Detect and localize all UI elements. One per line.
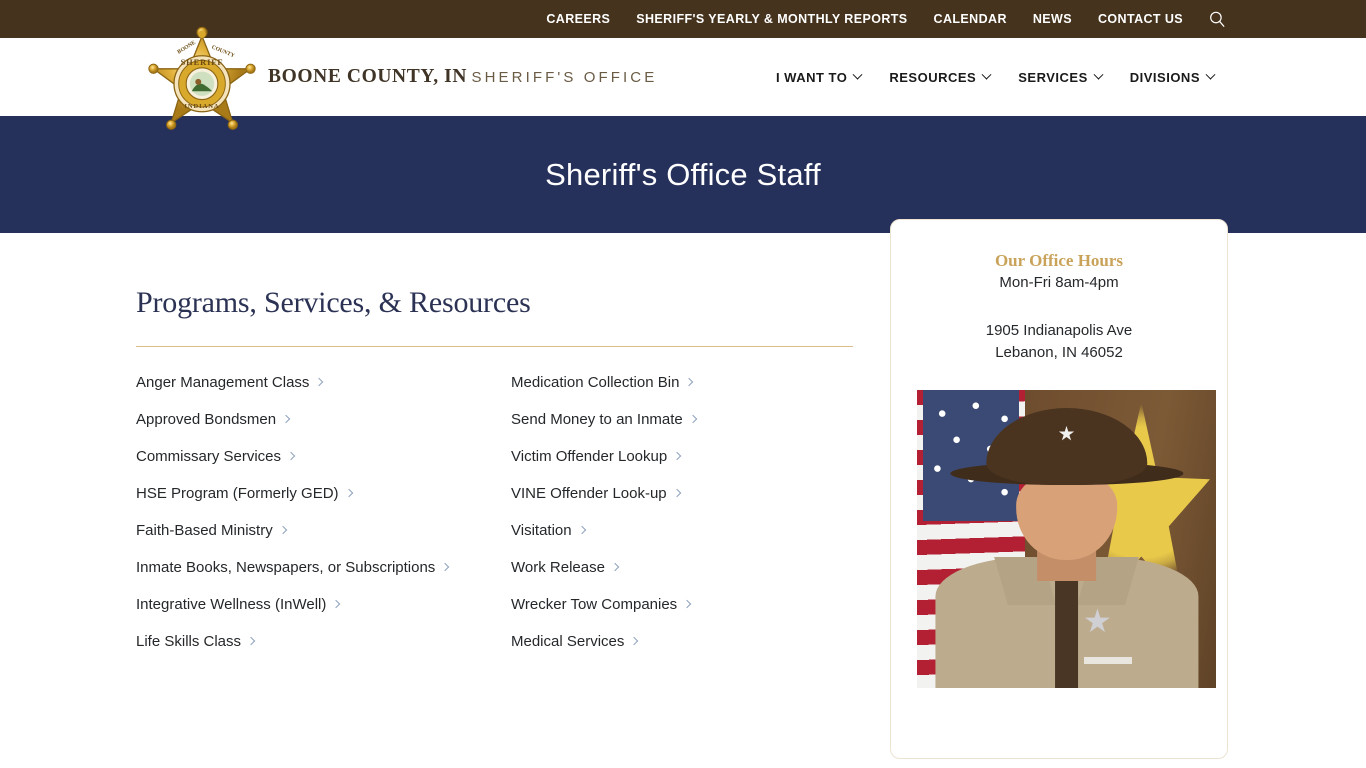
chevron-right-icon	[332, 599, 341, 609]
brand-text: BOONE COUNTY, IN SHERIFF'S OFFICE	[268, 66, 657, 88]
list-item[interactable]: Work Release	[511, 554, 841, 581]
chevron-down-icon	[1093, 69, 1104, 80]
list-item-label: Anger Management Class	[136, 374, 310, 391]
nav-label-resources: RESOURCES	[889, 69, 977, 85]
site-header: SHERIFF INDIANA BOONE COUNTY BOONE COUNT…	[0, 26, 1366, 130]
chevron-right-icon	[441, 562, 450, 572]
nav-item-resources[interactable]: RESOURCES	[875, 69, 1004, 85]
list-item[interactable]: Faith-Based Ministry	[136, 517, 466, 544]
nav-item-divisions[interactable]: DIVISIONS	[1116, 69, 1228, 85]
list-item[interactable]: Approved Bondsmen	[136, 406, 466, 433]
topbar-link-contact-us[interactable]: CONTACT US	[1085, 0, 1196, 38]
list-item-label: Integrative Wellness (InWell)	[136, 596, 327, 613]
nav-item-i-want-to[interactable]: I WANT TO	[762, 69, 875, 85]
list-item[interactable]: HSE Program (Formerly GED)	[136, 480, 466, 507]
chevron-right-icon	[344, 488, 353, 498]
chevron-right-icon	[246, 636, 256, 646]
list-item[interactable]: Inmate Books, Newspapers, or Subscriptio…	[136, 554, 466, 581]
nav-label-divisions: DIVISIONS	[1129, 69, 1200, 85]
chevron-right-icon	[286, 451, 296, 461]
section-heading: Programs, Services, & Resources	[136, 286, 531, 319]
list-item[interactable]: Commissary Services	[136, 443, 466, 470]
chevron-right-icon	[688, 414, 698, 424]
photo-necktie	[1054, 574, 1079, 689]
svg-text:SHERIFF: SHERIFF	[181, 58, 224, 67]
brand-logo-link[interactable]: SHERIFF INDIANA BOONE COUNTY BOONE COUNT…	[148, 18, 657, 136]
topbar-link-reports[interactable]: SHERIFF'S YEARLY & MONTHLY REPORTS	[623, 0, 920, 38]
card-spacer	[917, 294, 1201, 320]
heading-divider	[136, 346, 853, 347]
chevron-right-icon	[672, 488, 681, 498]
svg-text:COUNTY: COUNTY	[211, 45, 236, 60]
list-item[interactable]: Integrative Wellness (InWell)	[136, 591, 466, 618]
list-item-label: Visitation	[511, 522, 572, 539]
list-item-label: Inmate Books, Newspapers, or Subscriptio…	[136, 559, 436, 576]
list-item-label: Wrecker Tow Companies	[511, 596, 678, 613]
service-link-columns: Anger Management Class Approved Bondsmen…	[136, 369, 854, 665]
list-item-label: VINE Offender Look-up	[511, 485, 667, 502]
chevron-right-icon	[278, 525, 287, 535]
service-links-right: Medication Collection Bin Send Money to …	[511, 369, 851, 665]
chevron-down-icon	[981, 69, 992, 80]
list-item[interactable]: Life Skills Class	[136, 628, 466, 655]
list-item[interactable]: Send Money to an Inmate	[511, 406, 841, 433]
office-info-card: Our Office Hours Mon-Fri 8am-4pm 1905 In…	[890, 219, 1228, 759]
topbar-link-news[interactable]: NEWS	[1020, 0, 1085, 38]
nav-label-services: SERVICES	[1018, 69, 1088, 85]
list-item-label: Work Release	[511, 559, 605, 576]
main-navigation: I WANT TO RESOURCES SERVICES DIVISIONS	[762, 69, 1228, 85]
address-line-2: Lebanon, IN 46052	[995, 344, 1123, 362]
svg-text:BOONE: BOONE	[177, 40, 198, 56]
list-item[interactable]: VINE Offender Look-up	[511, 480, 841, 507]
list-item-label: Faith-Based Ministry	[136, 522, 273, 539]
list-item[interactable]: Wrecker Tow Companies	[511, 591, 841, 618]
list-item-label: Life Skills Class	[136, 633, 242, 650]
nav-label-i-want-to: I WANT TO	[775, 69, 848, 85]
chevron-right-icon	[610, 562, 620, 572]
list-item-label: Approved Bondsmen	[136, 411, 277, 428]
service-links-left: Anger Management Class Approved Bondsmen…	[136, 369, 511, 665]
topbar-link-calendar[interactable]: CALENDAR	[921, 0, 1020, 38]
chevron-down-icon	[1205, 69, 1216, 80]
office-hours-title: Our Office Hours	[994, 251, 1124, 270]
chevron-right-icon	[315, 377, 324, 387]
list-item[interactable]: Anger Management Class	[136, 369, 466, 396]
sheriff-portrait-photo	[917, 390, 1216, 689]
list-item[interactable]: Medication Collection Bin	[511, 369, 841, 396]
search-icon	[1209, 11, 1224, 27]
chevron-right-icon	[672, 451, 682, 461]
list-item-label: Commissary Services	[136, 448, 282, 465]
list-item-label: Victim Offender Lookup	[511, 448, 668, 465]
list-item-label: HSE Program (Formerly GED)	[136, 485, 339, 502]
photo-nameplate	[1084, 657, 1133, 665]
sidebar: Our Office Hours Mon-Fri 8am-4pm 1905 In…	[854, 219, 1228, 759]
chevron-right-icon	[682, 599, 692, 609]
list-item[interactable]: Victim Offender Lookup	[511, 443, 841, 470]
chevron-right-icon	[630, 636, 639, 646]
chevron-down-icon	[852, 69, 863, 80]
brand-title: BOONE COUNTY, IN	[268, 65, 468, 87]
chevron-right-icon	[281, 414, 291, 424]
svg-text:INDIANA: INDIANA	[184, 103, 219, 110]
nav-item-services[interactable]: SERVICES	[1004, 69, 1116, 85]
chevron-right-icon	[577, 525, 586, 535]
page-title: Sheriff's Office Staff	[545, 156, 821, 192]
office-hours-value: Mon-Fri 8am-4pm	[999, 274, 1119, 292]
address-line-1: 1905 Indianapolis Ave	[985, 322, 1133, 340]
sheriff-star-badge-icon: SHERIFF INDIANA BOONE COUNTY	[148, 26, 256, 130]
list-item[interactable]: Visitation	[511, 517, 841, 544]
programs-section: Programs, Services, & Resources Anger Ma…	[136, 285, 854, 759]
list-item-label: Medication Collection Bin	[511, 374, 680, 391]
list-item[interactable]: Medical Services	[511, 628, 841, 655]
list-item-label: Send Money to an Inmate	[511, 411, 683, 428]
chevron-right-icon	[685, 377, 694, 387]
search-button[interactable]	[1206, 8, 1228, 30]
list-item-label: Medical Services	[511, 633, 625, 650]
main-content: Programs, Services, & Resources Anger Ma…	[0, 219, 1366, 759]
brand-subtitle: SHERIFF'S OFFICE	[471, 68, 658, 86]
